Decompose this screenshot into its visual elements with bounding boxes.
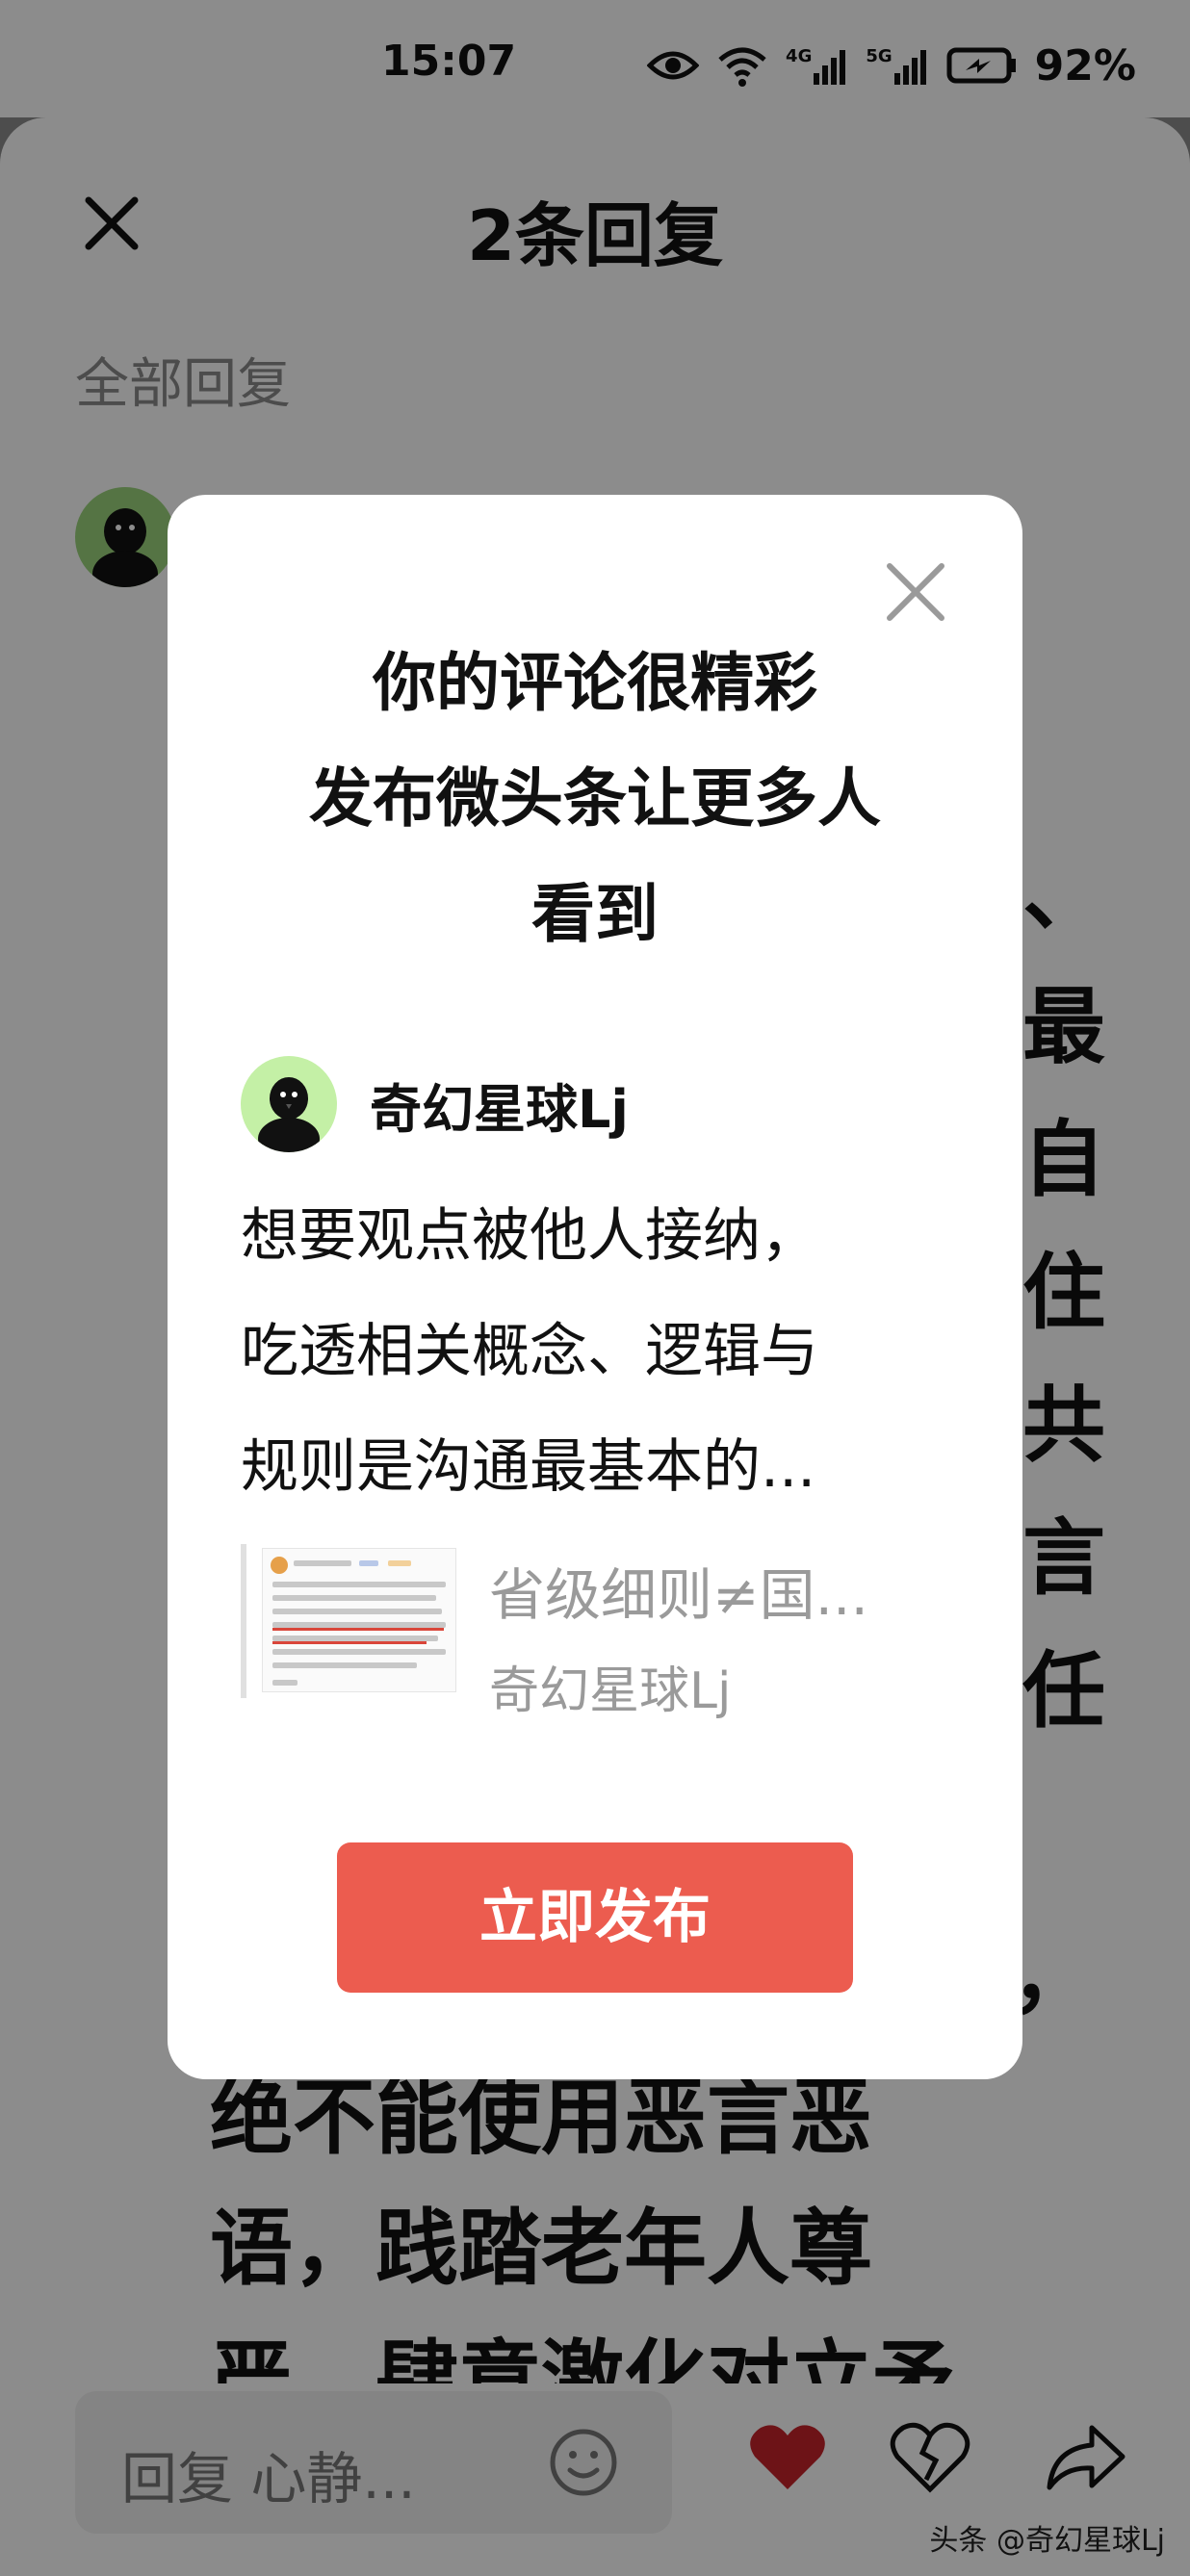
- dialog-headline: 你的评论很精彩 发布微头条让更多人 看到: [309, 646, 881, 951]
- quoted-post: 省级细则≠国... 奇幻星球Lj: [241, 1544, 972, 1720]
- publish-now-button[interactable]: 立即发布: [337, 1842, 853, 1993]
- dialog-close-icon[interactable]: [880, 556, 951, 628]
- quoted-post-meta: 省级细则≠国... 奇幻星球Lj: [489, 1550, 868, 1720]
- quoted-post-title: 省级细则≠国...: [489, 1562, 868, 1628]
- publish-dialog: 你的评论很精彩 发布微头条让更多人 看到 奇幻星球Lj 想要观点被他人接纳， 吃…: [168, 495, 1022, 2079]
- quoted-post-author: 奇幻星球Lj: [489, 1662, 732, 1720]
- avatar: [241, 1056, 337, 1152]
- quoted-post-thumbnail: [262, 1548, 456, 1692]
- post-preview-text: 想要观点被他人接纳， 吃透相关概念、逻辑与 规则是沟通最基本的...: [241, 1202, 818, 1501]
- author-name: 奇幻星球Lj: [370, 1078, 629, 1140]
- post-author: 奇幻星球Lj: [241, 1051, 629, 1157]
